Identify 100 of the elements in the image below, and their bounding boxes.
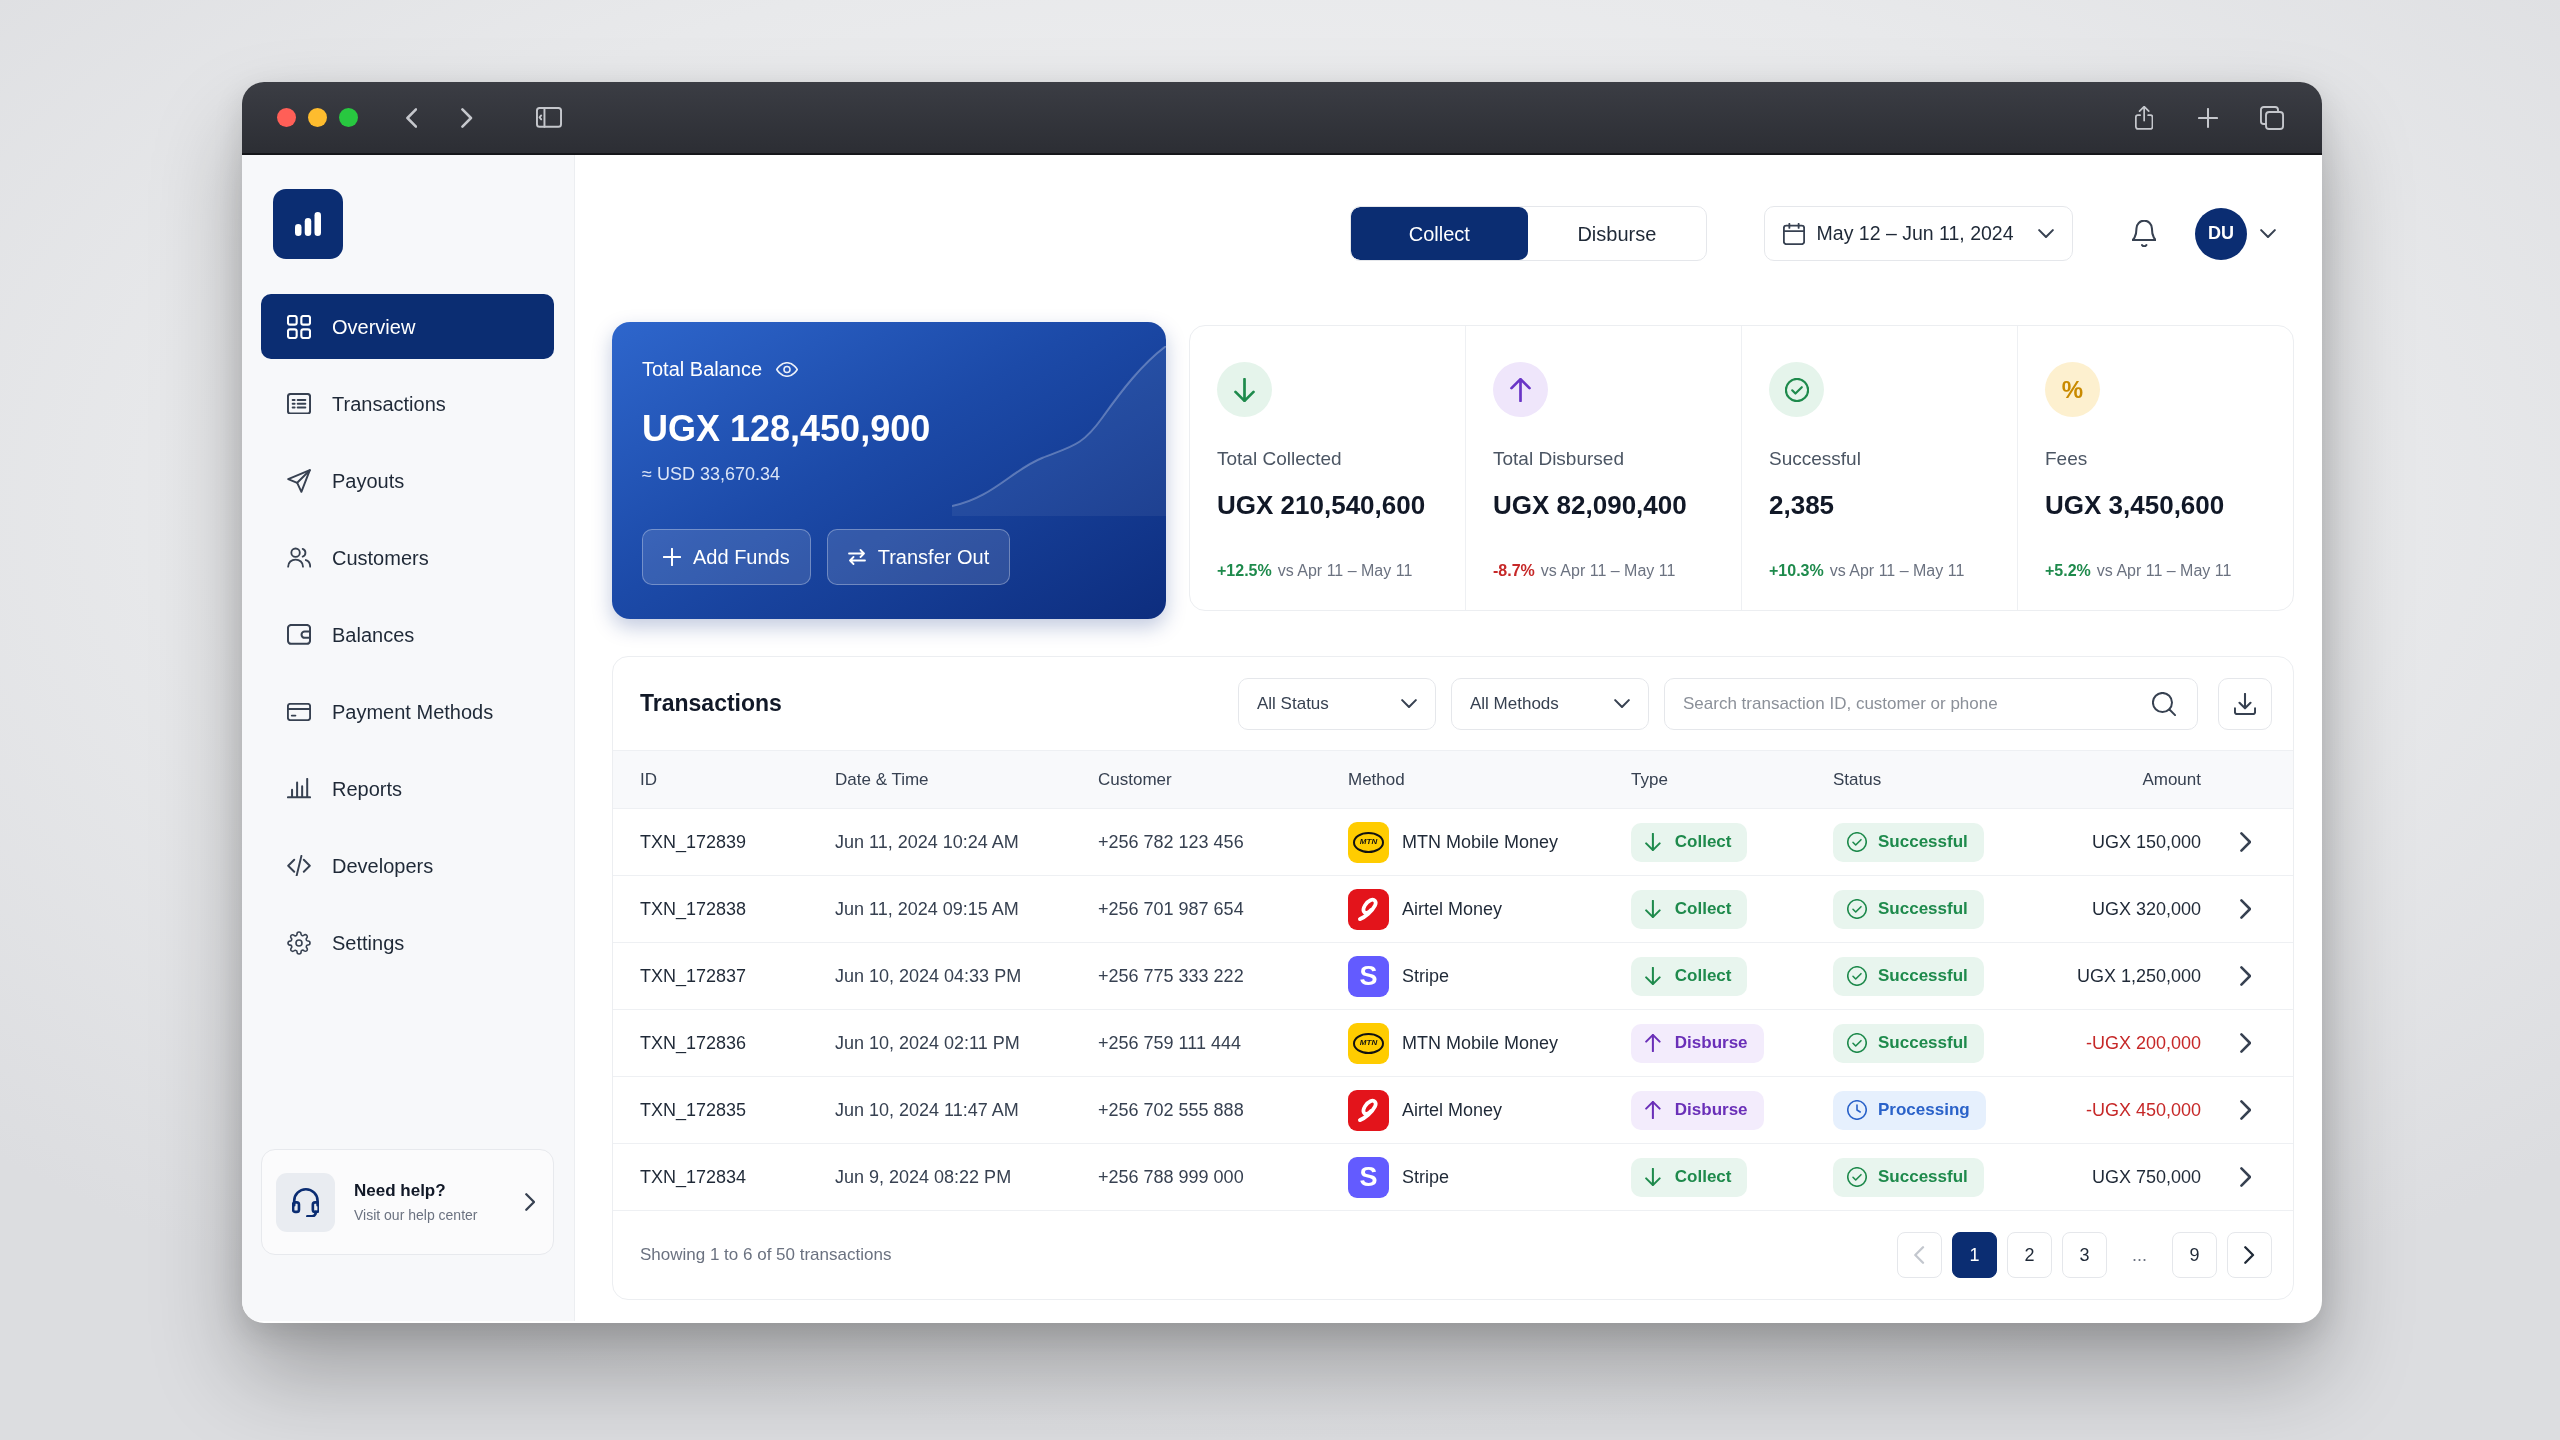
method-logo: MTN [1348, 1022, 1389, 1064]
new-tab-plus-icon[interactable] [2198, 107, 2218, 128]
back-chevron-icon[interactable] [406, 107, 418, 128]
swap-arrows-icon [847, 549, 866, 565]
method-logo-icon [1348, 1089, 1389, 1131]
customer-phone: +256 782 123 456 [1098, 808, 1348, 876]
type-label: Collect [1674, 965, 1732, 988]
method-logo: MTN [1348, 821, 1389, 863]
sidebar-item[interactable]: Customers [261, 525, 554, 590]
customer-phone: +256 788 999 000 [1098, 1143, 1348, 1211]
stat-label: Fees [2045, 447, 2089, 471]
next-page-button[interactable] [2227, 1232, 2272, 1278]
calendar-icon [1782, 222, 1805, 245]
paper-plane-icon [287, 468, 311, 493]
page-button[interactable]: 1 [1952, 1232, 1997, 1278]
headset-icon [276, 1172, 335, 1232]
chevron-right-icon[interactable] [2240, 899, 2252, 919]
arrow-up-icon [1645, 1101, 1661, 1119]
transaction-id: TXN_172834 [613, 1143, 835, 1211]
help-card[interactable]: Need help? Visit our help center [261, 1149, 554, 1255]
status-label: Processing [1878, 1099, 1970, 1122]
status-label: Successful [1878, 898, 1968, 921]
date-time: Jun 9, 2024 08:22 PM [835, 1143, 1098, 1211]
sidebar-toggle-icon[interactable] [535, 107, 562, 128]
column-header: Status [1833, 750, 2041, 809]
status-label: Successful [1878, 831, 1968, 854]
customer-phone: +256 775 333 222 [1098, 942, 1348, 1010]
clock-icon [1847, 1100, 1867, 1120]
sidebar-item[interactable]: Settings [261, 910, 554, 975]
date-range-picker[interactable]: May 12 – Jun 11, 2024 [1763, 206, 2073, 261]
transaction-id: TXN_172837 [613, 942, 835, 1010]
user-avatar[interactable]: DU [2195, 207, 2247, 260]
chevron-right-icon[interactable] [2240, 966, 2252, 986]
maximize-window-icon[interactable] [339, 108, 358, 127]
chevron-down-icon[interactable] [2260, 228, 2276, 239]
chevron-right-icon[interactable] [2240, 1100, 2252, 1120]
column-header: Date & Time [835, 750, 1098, 809]
chevron-down-icon [2037, 228, 2054, 239]
search-field[interactable]: Search transaction ID, customer or phone [1664, 677, 2198, 730]
balance-label: Total Balance [642, 357, 763, 381]
transaction-id: TXN_172838 [613, 875, 835, 943]
sidebar-item[interactable]: Balances [261, 602, 554, 667]
arrow-down-icon [1645, 1168, 1661, 1186]
page-button[interactable]: 9 [2172, 1232, 2217, 1278]
download-icon [2234, 692, 2256, 715]
sidebar-item[interactable]: Payouts [261, 448, 554, 513]
chevron-down-icon [1614, 698, 1630, 709]
eye-icon[interactable] [776, 361, 799, 377]
search-icon[interactable] [2152, 691, 2176, 716]
comparison-period: vs Apr 11 – May 11 [1829, 561, 1965, 581]
chevron-right-icon[interactable] [2240, 832, 2252, 852]
stat-change: +5.2% [2045, 561, 2091, 581]
transaction-id: TXN_172839 [613, 808, 835, 876]
arrow-down-icon [1645, 900, 1661, 918]
page-button[interactable]: 2 [2007, 1232, 2052, 1278]
users-icon [287, 547, 311, 568]
type-label: Disburse [1674, 1032, 1748, 1055]
close-window-icon[interactable] [277, 108, 296, 127]
filter-dropdown[interactable]: All Status [1238, 677, 1436, 730]
sidebar-item[interactable]: Developers [261, 833, 554, 898]
method-logo: S [1348, 955, 1389, 997]
chevron-right-icon[interactable] [2240, 1033, 2252, 1053]
stat-change: +10.3% [1769, 561, 1824, 581]
mode-tab[interactable]: Disburse [1528, 207, 1706, 260]
method-name: Stripe [1402, 964, 1450, 988]
method-name: Airtel Money [1402, 897, 1503, 921]
sidebar-item[interactable]: Payment Methods [261, 679, 554, 744]
type-label: Collect [1674, 898, 1732, 921]
sidebar-item[interactable]: Reports [261, 756, 554, 821]
sidebar-item[interactable]: Transactions [261, 371, 554, 436]
amount: UGX 320,000 [2041, 875, 2216, 943]
tabs-icon[interactable] [2260, 105, 2284, 130]
comparison-period: vs Apr 11 – May 11 [1540, 561, 1676, 581]
column-header: Customer [1098, 750, 1348, 809]
balance-amount: UGX 128,450,900 [642, 407, 932, 451]
share-icon[interactable] [2134, 105, 2153, 130]
sidebar-item[interactable]: Overview [261, 294, 554, 359]
page-button[interactable]: 3 [2062, 1232, 2107, 1278]
chevron-left-icon [1914, 1246, 1925, 1264]
date-time: Jun 10, 2024 02:11 PM [835, 1009, 1098, 1077]
bell-icon[interactable] [2131, 220, 2156, 247]
app-logo-icon [273, 189, 343, 259]
status-label: Successful [1878, 1032, 1968, 1055]
minimize-window-icon[interactable] [308, 108, 327, 127]
chevron-right-icon[interactable] [2240, 1167, 2252, 1187]
amount: UGX 1,250,000 [2041, 942, 2216, 1010]
status-label: Successful [1878, 965, 1968, 988]
balance-action-button[interactable]: Transfer Out [826, 529, 1011, 585]
forward-chevron-icon[interactable] [461, 107, 473, 128]
chevron-right-icon [2244, 1246, 2255, 1264]
mode-tab[interactable]: Collect [1350, 207, 1529, 260]
transaction-id: TXN_172836 [613, 1009, 835, 1077]
filter-dropdown[interactable]: All Methods [1451, 677, 1649, 730]
stat-change: -8.7% [1493, 561, 1535, 581]
download-button[interactable] [2218, 677, 2272, 730]
chevron-down-icon [1401, 698, 1417, 709]
date-time: Jun 11, 2024 10:24 AM [835, 808, 1098, 876]
balance-action-button[interactable]: Add Funds [642, 529, 811, 585]
transaction-id: TXN_172835 [613, 1076, 835, 1144]
comparison-period: vs Apr 11 – May 11 [1277, 561, 1413, 581]
